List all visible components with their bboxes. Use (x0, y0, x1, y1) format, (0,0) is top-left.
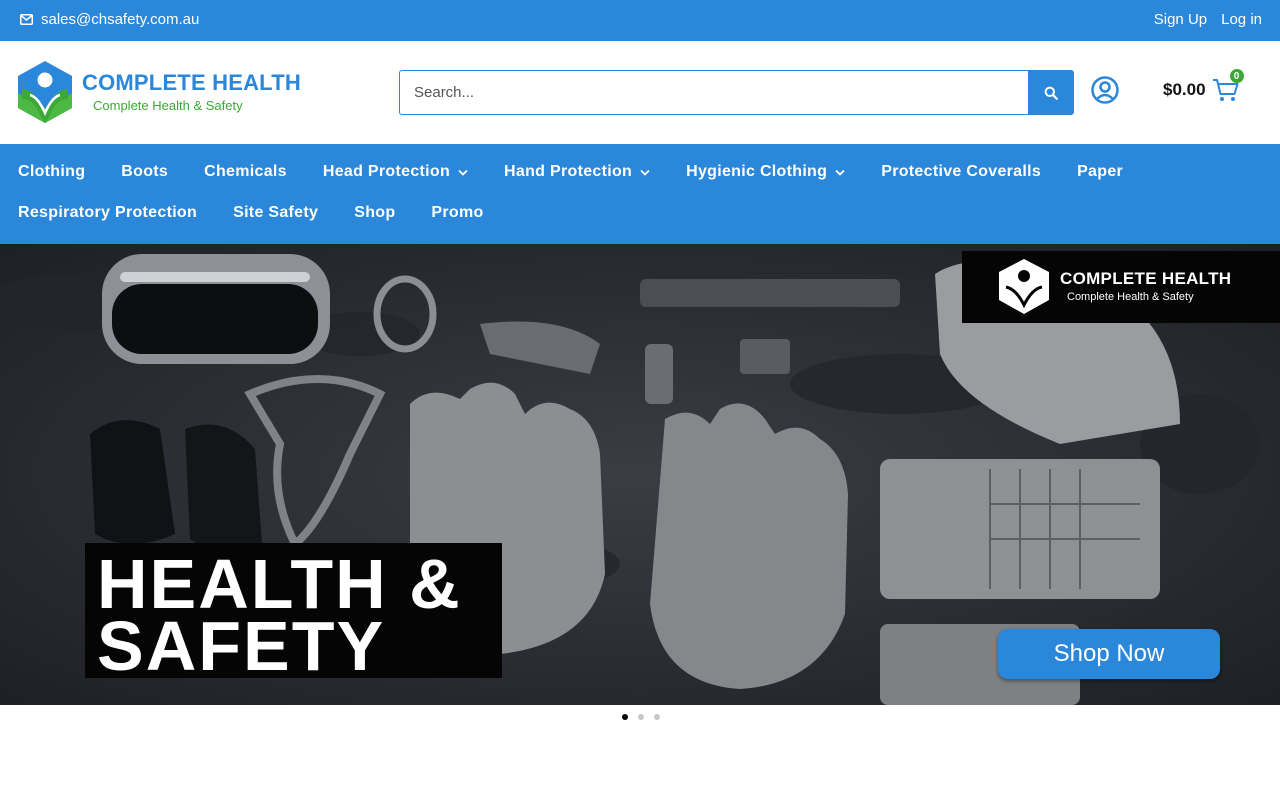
nav-item-label: Site Safety (233, 204, 319, 221)
nav-item-head-protection[interactable]: Head Protection (305, 163, 486, 181)
nav-item-clothing[interactable]: Clothing (0, 163, 103, 181)
log-in-link[interactable]: Log in (1221, 11, 1262, 28)
nav-item-label: Protective Coveralls (881, 163, 1042, 180)
logo-title: COMPLETE HEALTH (82, 70, 301, 95)
nav-item-label: Hygienic Clothing (686, 163, 828, 180)
hero-banner: COMPLETE HEALTH Complete Health & Safety… (0, 244, 1280, 705)
nav-item-label: Shop (354, 204, 396, 221)
nav-item-label: Promo (431, 204, 484, 221)
nav-row-2: Respiratory Protection Site Safety Shop Pro… (0, 204, 502, 222)
nav-item-site-safety[interactable]: Site Safety (215, 204, 336, 222)
nav-item-label: Respiratory Protection (18, 204, 198, 221)
nav-item-label: Paper (1077, 163, 1124, 180)
cart-count-badge: 0 (1229, 69, 1244, 83)
sign-up-link[interactable]: Sign Up (1154, 11, 1207, 28)
chevron-down-icon (458, 169, 468, 176)
account-button[interactable] (1090, 75, 1120, 105)
nav-item-label: Head Protection (322, 163, 451, 180)
logo-tagline: Complete Health & Safety (93, 98, 243, 113)
nav-item-chemicals[interactable]: Chemicals (186, 163, 305, 181)
slider-dot[interactable] (654, 714, 660, 720)
hero-headline-line-2: SAFETY (97, 607, 386, 685)
hero-headline: HEALTH & SAFETY (85, 543, 502, 685)
slider-dot[interactable] (638, 714, 644, 720)
hero-brand-tagline: Complete Health & Safety (1067, 291, 1194, 303)
site-header: COMPLETE HEALTH Complete Health & Safety… (0, 41, 1280, 144)
search-button[interactable] (1028, 70, 1074, 115)
nav-item-label: Chemicals (204, 163, 287, 180)
nav-item-label: Clothing (18, 163, 86, 180)
nav-item-hand-protection[interactable]: Hand Protection (486, 163, 668, 181)
slider-dot[interactable] (622, 714, 628, 720)
contact-email[interactable]: sales@chsafety.com.au (20, 11, 199, 28)
cart-total: $0.00 (1163, 80, 1206, 99)
nav-item-promo[interactable]: Promo (413, 204, 501, 222)
nav-item-hygienic-clothing[interactable]: Hygienic Clothing (668, 163, 863, 181)
logo-emblem-icon (999, 259, 1049, 314)
contact-email-text: sales@chsafety.com.au (41, 11, 200, 28)
top-bar: sales@chsafety.com.au Sign Up Log in (0, 0, 1280, 41)
nav-row-1: Clothing Boots Chemicals Head Protection Han… (0, 163, 1141, 181)
chevron-down-icon (640, 169, 650, 176)
nav-item-boots[interactable]: Boots (103, 163, 186, 181)
cart-button[interactable]: $0.00 0 (1163, 69, 1244, 103)
chevron-down-icon (835, 169, 845, 176)
logo-emblem-icon (18, 61, 72, 123)
search-icon (1044, 86, 1058, 100)
user-account-icon (1091, 76, 1119, 104)
search-input[interactable] (399, 70, 1028, 115)
nav-item-protective-coveralls[interactable]: Protective Coveralls (863, 163, 1059, 181)
nav-item-paper[interactable]: Paper (1059, 163, 1141, 181)
site-logo[interactable]: COMPLETE HEALTH Complete Health & Safety (14, 59, 301, 127)
hero-brand-box: COMPLETE HEALTH Complete Health & Safety (962, 251, 1280, 323)
nav-item-label: Boots (121, 163, 169, 180)
nav-item-respiratory-protection[interactable]: Respiratory Protection (0, 204, 215, 222)
nav-item-label: Hand Protection (504, 163, 633, 180)
slider-pagination (622, 714, 660, 720)
nav-item-shop[interactable]: Shop (336, 204, 413, 222)
search-bar (399, 70, 1074, 115)
shop-now-button[interactable]: Shop Now (998, 629, 1220, 679)
main-navigation: Clothing Boots Chemicals Head Protection Han… (0, 144, 1280, 244)
hero-brand-title: COMPLETE HEALTH (1060, 269, 1232, 288)
envelope-icon (20, 14, 33, 25)
